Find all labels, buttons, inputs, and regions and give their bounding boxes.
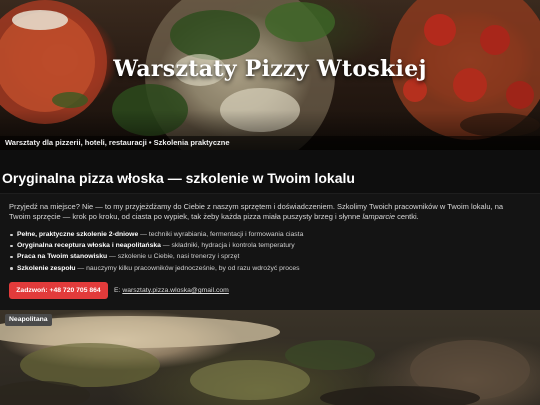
feature-item: Oryginalna receptura włoska i neapolitań… bbox=[9, 240, 509, 251]
intro-emphasis: lamparcie bbox=[362, 211, 395, 221]
email-contact: E: warsztaty.pizza.wloska@gmail.com bbox=[114, 287, 229, 294]
feature-desc: — składniki, hydracja i kontrola tempera… bbox=[160, 242, 295, 250]
feature-item: Szkolenie zespołu — nauczymy kilku praco… bbox=[9, 263, 509, 274]
intro-text-part1: Przyjedź na miejsce? Nie — to my przyjeż… bbox=[9, 202, 504, 221]
intro-paragraph: Przyjedź na miejsce? Nie — to my przyjeż… bbox=[9, 202, 509, 221]
call-button[interactable]: Zadzwoń: +48 720 705 864 bbox=[9, 282, 108, 299]
email-link[interactable]: warsztaty.pizza.wloska@gmail.com bbox=[122, 287, 229, 294]
feature-desc: — techniki wyrabiania, fermentacji i for… bbox=[138, 231, 304, 238]
page-title: Oryginalna pizza włoska — szkolenie w Tw… bbox=[2, 170, 355, 186]
hero-caption: Warsztaty dla pizzerii, hoteli, restaura… bbox=[0, 136, 540, 150]
feature-title: Oryginalna receptura włoska i neapolitań… bbox=[17, 242, 161, 250]
feature-list: Pełne, praktyczne szkolenie 2-dniowe — t… bbox=[9, 229, 509, 274]
photo-label: Neapolitana bbox=[5, 314, 52, 326]
hero-title: Warsztaty Pizzy Wtoskiej bbox=[113, 56, 427, 82]
pizza-photo: Neapolitana bbox=[0, 310, 540, 405]
feature-title: Szkolenie zespołu bbox=[17, 264, 76, 272]
feature-title: Pełne, praktyczne szkolenie 2-dniowe bbox=[17, 231, 139, 238]
hero-banner: Warsztaty Pizzy Wtoskiej Warsztaty dla p… bbox=[0, 0, 540, 150]
email-prefix: E: bbox=[114, 287, 121, 294]
feature-item: Pełne, praktyczne szkolenie 2-dniowe — t… bbox=[9, 229, 509, 240]
feature-desc: — szkolenie u Ciebie, nasi trenerzy i sp… bbox=[107, 253, 240, 261]
feature-desc: — nauczymy kilku pracowników jednocześni… bbox=[75, 264, 300, 272]
neapolitana-image bbox=[0, 316, 530, 405]
feature-title: Praca na Twoim stanowisku bbox=[17, 253, 108, 261]
feature-item: Praca na Twoim stanowisku — szkolenie u … bbox=[9, 251, 509, 262]
intro-text-part2: centki. bbox=[395, 211, 419, 221]
